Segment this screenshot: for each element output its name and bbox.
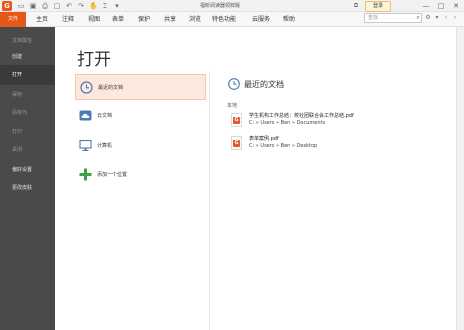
source-label: 计算机: [97, 143, 113, 149]
pdf-file-icon: G: [231, 113, 242, 127]
menu-file[interactable]: 文件: [0, 12, 26, 27]
save-icon[interactable]: ▣: [29, 2, 37, 10]
menu-form[interactable]: 表单: [112, 12, 124, 27]
menu-protect[interactable]: 保护: [138, 12, 150, 27]
recent-clock-icon: [228, 78, 240, 90]
menu-home[interactable]: 主页: [36, 12, 48, 27]
plus-icon: [79, 168, 92, 181]
right-panel-strip: [456, 27, 464, 330]
source-cloud-documents[interactable]: 云文档: [75, 103, 206, 129]
sidebar-item-skin[interactable]: 更改皮肤: [0, 178, 55, 198]
menu-comment[interactable]: 注释: [62, 12, 74, 27]
title-bar: G ▭ ▣ ⎙ ▢ ↶ ↷ ✋ ⌶ ▾ 福昕阅读器领鲜版 ⧉ — □ ✕: [0, 0, 464, 12]
source-label: 云文档: [97, 113, 113, 119]
more-icon[interactable]: ▾: [113, 2, 121, 10]
expand-icon[interactable]: ›: [451, 14, 459, 22]
select-icon[interactable]: ⌶: [101, 2, 109, 10]
close-button[interactable]: ✕: [449, 0, 463, 12]
file-path: C: » Users » Ben » Desktop: [249, 143, 318, 149]
source-label: 添加一个位置: [97, 172, 128, 178]
login-button[interactable]: 登录: [365, 1, 391, 12]
page-title: 打开: [77, 50, 111, 70]
source-recent-documents[interactable]: 最近的文档: [75, 74, 206, 100]
recent-file-item[interactable]: G 表单案例.pdf C: » Users » Ben » Desktop: [231, 136, 441, 156]
panel-divider: [209, 71, 210, 330]
app-logo-icon[interactable]: G: [2, 1, 12, 11]
menu-help[interactable]: 帮助: [283, 12, 295, 27]
hand-icon[interactable]: ✋: [89, 2, 98, 10]
sidebar-item-create[interactable]: 创建: [0, 47, 55, 67]
computer-icon: [79, 139, 92, 151]
chevron-down-icon[interactable]: ▾: [433, 14, 441, 22]
window-title: 福昕阅读器领鲜版: [200, 3, 241, 9]
menu-view[interactable]: 视图: [88, 12, 100, 27]
sidebar-item-preferences[interactable]: 偏好设置: [0, 160, 55, 180]
settings-icon[interactable]: ⚙: [424, 14, 432, 22]
new-doc-icon[interactable]: ▢: [53, 2, 61, 10]
pdf-file-icon: G: [231, 136, 242, 150]
menu-features[interactable]: 特色功能: [212, 12, 236, 27]
minimize-button[interactable]: —: [419, 0, 433, 12]
sidebar-item-open[interactable]: 打开: [0, 65, 55, 85]
source-add-location[interactable]: 添加一个位置: [75, 162, 206, 188]
recent-file-item[interactable]: G 学生机构工作总结：校社团联合会工作总结.pdf C: » Users » B…: [231, 113, 441, 133]
print-icon[interactable]: ⎙: [41, 2, 49, 10]
menu-cloud[interactable]: 云服务: [252, 12, 270, 27]
sidebar-item-save-as[interactable]: 另存为: [0, 103, 55, 123]
clock-icon: [80, 81, 93, 94]
maximize-button[interactable]: □: [434, 0, 448, 12]
restore-layout-icon[interactable]: ⧉: [352, 2, 360, 10]
sidebar-item-close[interactable]: 关闭: [0, 140, 55, 160]
file-name: 学生机构工作总结：校社团联合会工作总结.pdf: [249, 113, 354, 119]
file-sidebar: 文档属性 创建 打开 保存 另存为 打印 关闭 偏好设置 更改皮肤: [0, 27, 55, 330]
undo-icon[interactable]: ↶: [65, 2, 73, 10]
cloud-icon: [79, 110, 92, 121]
redo-icon[interactable]: ↷: [77, 2, 85, 10]
sidebar-item-print[interactable]: 打印: [0, 122, 55, 142]
local-section-label: 本地: [227, 103, 238, 109]
recent-documents-heading: 最近的文档: [244, 80, 284, 89]
menu-share[interactable]: 共享: [164, 12, 176, 27]
search-icon[interactable]: ⌕: [414, 13, 422, 23]
collapse-icon[interactable]: ‹: [442, 14, 450, 22]
open-folder-icon[interactable]: ▭: [17, 2, 25, 10]
sidebar-item-save[interactable]: 保存: [0, 85, 55, 105]
source-label: 最近的文档: [98, 85, 124, 91]
file-name: 表单案例.pdf: [249, 136, 279, 142]
source-computer[interactable]: 计算机: [75, 133, 206, 159]
menu-browse[interactable]: 浏览: [189, 12, 201, 27]
file-path: C: » Users » Ben » Documents: [249, 120, 326, 126]
